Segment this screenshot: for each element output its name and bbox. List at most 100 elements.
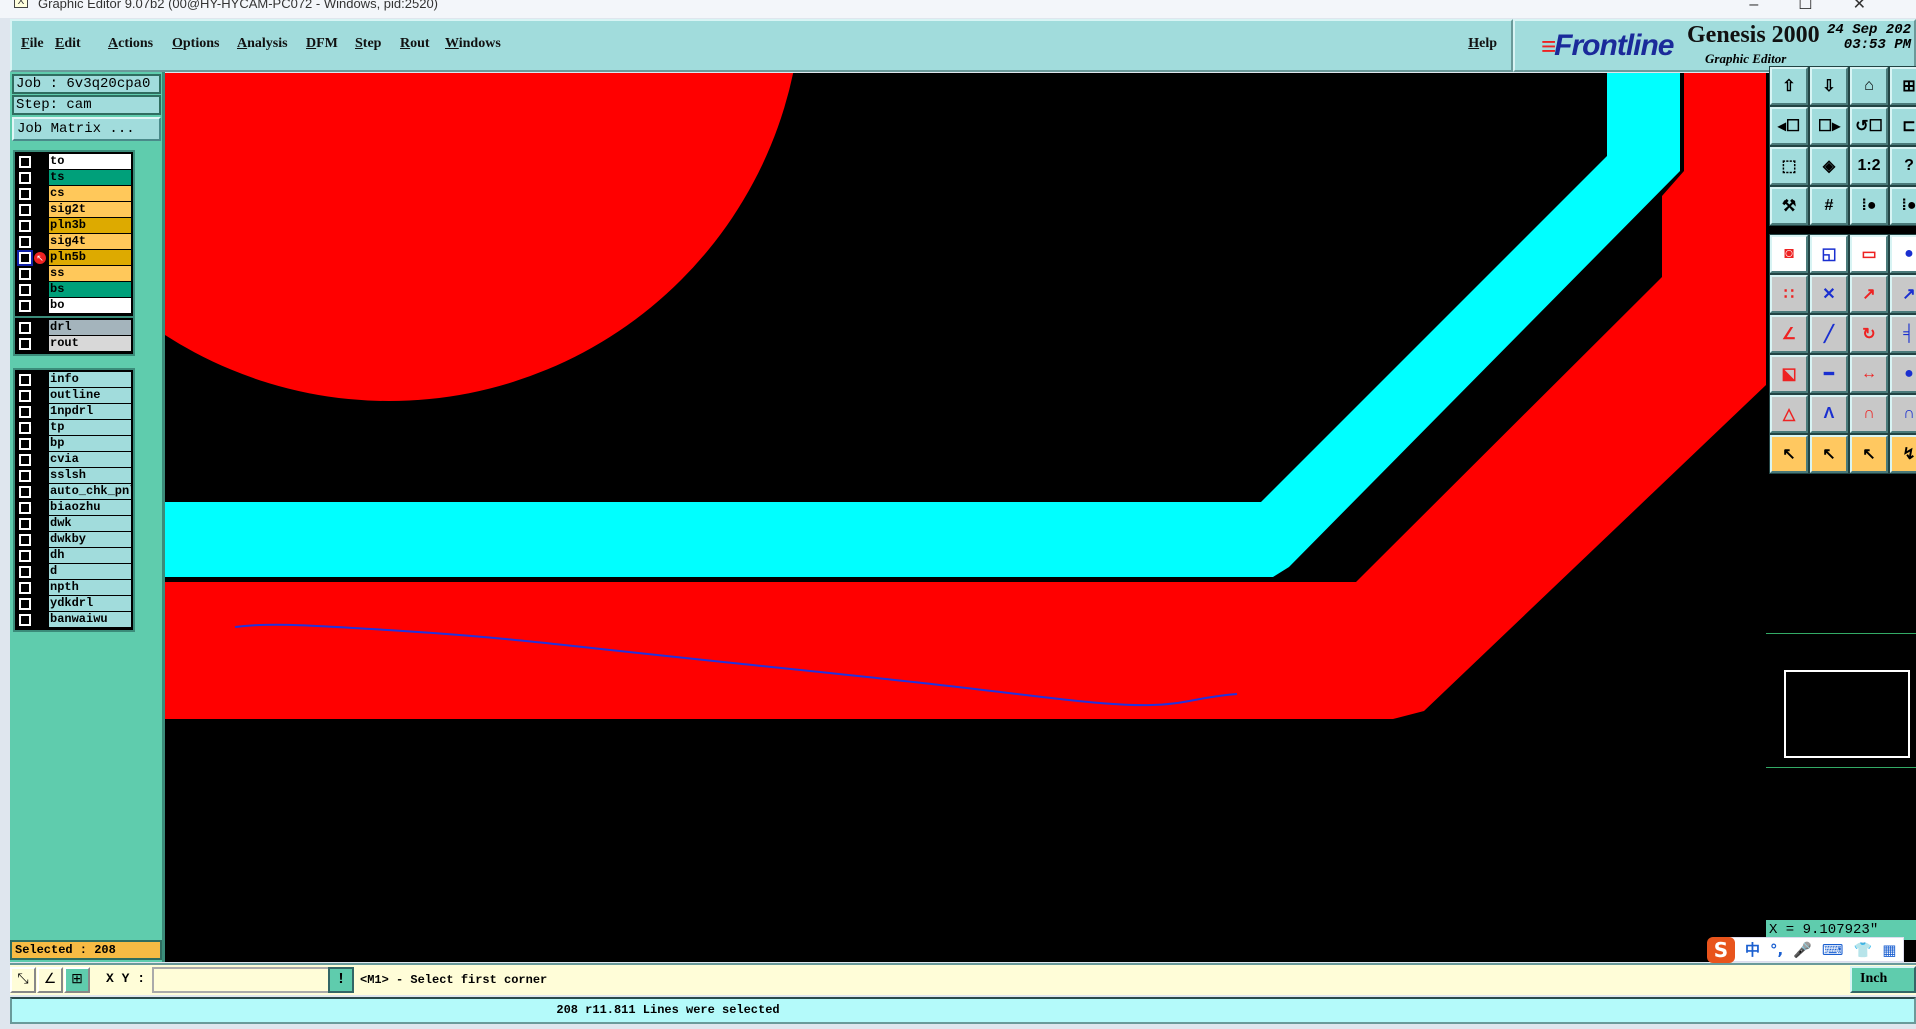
- layer-row[interactable]: 1npdrl: [15, 404, 133, 420]
- undo-view-button[interactable]: ↺☐: [1849, 106, 1889, 146]
- layer-row[interactable]: dh: [15, 548, 133, 564]
- ruler-button[interactable]: ▭: [1849, 234, 1889, 274]
- layer-checkbox[interactable]: [19, 188, 31, 200]
- layer-name[interactable]: dwk: [49, 516, 131, 531]
- layer-name[interactable]: cvia: [49, 452, 131, 467]
- layer-row[interactable]: bs: [15, 282, 133, 298]
- grid-button[interactable]: #: [1809, 186, 1849, 226]
- layer-name[interactable]: rout: [49, 336, 131, 351]
- layer-name[interactable]: 1npdrl: [49, 404, 131, 419]
- layer-row[interactable]: ydkdrl: [15, 596, 133, 612]
- dimension-button[interactable]: ↔: [1849, 354, 1889, 394]
- layer-name[interactable]: ts: [49, 170, 131, 185]
- maximize-button[interactable]: ☐: [1798, 0, 1852, 13]
- layer-checkbox[interactable]: [19, 614, 31, 626]
- layer-row[interactable]: tp: [15, 420, 133, 436]
- layer-checkbox[interactable]: [19, 338, 31, 350]
- layer-checkbox[interactable]: [19, 268, 31, 280]
- layer-checkbox[interactable]: [17, 250, 33, 266]
- menu-actions[interactable]: Actions: [108, 36, 153, 52]
- arrow-edit-button[interactable]: Λ: [1809, 394, 1849, 434]
- layer-name[interactable]: sig2t: [49, 202, 131, 217]
- pan-right-button[interactable]: ☐▸: [1809, 106, 1849, 146]
- layer-checkbox[interactable]: [19, 220, 31, 232]
- layer-row[interactable]: ts: [15, 170, 133, 186]
- layer-row[interactable]: cs: [15, 186, 133, 202]
- layer-checkbox[interactable]: [19, 534, 31, 546]
- triangle-edit-button[interactable]: △: [1769, 394, 1809, 434]
- layer-name[interactable]: to: [49, 154, 131, 169]
- layer-row[interactable]: dwkby: [15, 532, 133, 548]
- copy-pad-button[interactable]: ⬕: [1769, 354, 1809, 394]
- graphic-canvas[interactable]: [0, 0, 1766, 962]
- pointer-button[interactable]: ↖: [1769, 434, 1809, 474]
- layer-row[interactable]: bp: [15, 436, 133, 452]
- zoom-fit-button[interactable]: ⬚: [1769, 146, 1809, 186]
- punctuation-icon[interactable]: °,: [1770, 941, 1783, 959]
- layer-row[interactable]: outline: [15, 388, 133, 404]
- layer-name[interactable]: npth: [49, 580, 131, 595]
- layer-name[interactable]: sslsh: [49, 468, 131, 483]
- layer-row[interactable]: bo: [15, 298, 133, 314]
- layer-checkbox[interactable]: [19, 374, 31, 386]
- skin-icon[interactable]: 👕: [1854, 941, 1873, 959]
- zoom-ratio-button[interactable]: 1:2: [1849, 146, 1889, 186]
- layers-compare-2-button[interactable]: ⁞●: [1889, 186, 1916, 226]
- menu-file[interactable]: File: [21, 36, 44, 52]
- line-split-button[interactable]: ━: [1809, 354, 1849, 394]
- layer-checkbox[interactable]: [19, 582, 31, 594]
- layer-checkbox[interactable]: [19, 236, 31, 248]
- area-select-button[interactable]: ◱: [1809, 234, 1849, 274]
- layer-checkbox[interactable]: [19, 518, 31, 530]
- delete-node-button[interactable]: ✕: [1809, 274, 1849, 314]
- pad-button[interactable]: ●: [1889, 234, 1916, 274]
- tools-button[interactable]: ⚒: [1769, 186, 1809, 226]
- layer-row[interactable]: sig4t: [15, 234, 133, 250]
- job-matrix-button[interactable]: Job Matrix ...: [12, 117, 161, 141]
- close-button[interactable]: ✕: [1853, 0, 1906, 13]
- layer-checkbox[interactable]: [19, 566, 31, 578]
- menu-windows[interactable]: Windows: [445, 36, 501, 52]
- layer-row[interactable]: to: [15, 154, 133, 170]
- arc-edit-2-button[interactable]: ∩: [1889, 394, 1916, 434]
- layer-checkbox[interactable]: [19, 454, 31, 466]
- units-select[interactable]: Inch: [1850, 966, 1916, 993]
- menu-rout[interactable]: Rout: [400, 36, 430, 52]
- snap-button[interactable]: ⊏: [1889, 106, 1916, 146]
- layer-row[interactable]: sig2t: [15, 202, 133, 218]
- layer-row[interactable]: ↖ pln5b: [15, 250, 133, 266]
- layer-row[interactable]: cvia: [15, 452, 133, 468]
- layer-row[interactable]: biaozhu: [15, 500, 133, 516]
- mirror-button[interactable]: ╡: [1889, 314, 1916, 354]
- layer-row[interactable]: pln3b: [15, 218, 133, 234]
- sogou-logo-icon[interactable]: S: [1707, 936, 1735, 963]
- layer-row[interactable]: auto_chk_pnl: [15, 484, 133, 500]
- layer-name[interactable]: tp: [49, 420, 131, 435]
- layer-checkbox[interactable]: [19, 502, 31, 514]
- layer-checkbox[interactable]: [19, 550, 31, 562]
- menu-step[interactable]: Step: [355, 36, 381, 52]
- layer-row[interactable]: sslsh: [15, 468, 133, 484]
- layer-row[interactable]: d: [15, 564, 133, 580]
- layer-name[interactable]: bs: [49, 282, 131, 297]
- home-button[interactable]: ⌂: [1849, 66, 1889, 106]
- measure-button[interactable]: ⤡: [10, 967, 36, 993]
- layer-name[interactable]: sig4t: [49, 234, 131, 249]
- layer-checkbox[interactable]: [19, 172, 31, 184]
- move-point-button[interactable]: ↗: [1849, 274, 1889, 314]
- xy-input[interactable]: [152, 967, 332, 993]
- menu-analysis[interactable]: Analysis: [237, 36, 288, 52]
- layer-row[interactable]: dwk: [15, 516, 133, 532]
- layer-name[interactable]: bo: [49, 298, 131, 313]
- layer-row[interactable]: banwaiwu: [15, 612, 133, 628]
- arc-button[interactable]: ↻: [1849, 314, 1889, 354]
- minimize-button[interactable]: –: [1749, 0, 1798, 13]
- layers-compare-button[interactable]: ⁞●: [1849, 186, 1889, 226]
- chinese-mode-icon[interactable]: 中: [1745, 939, 1760, 960]
- connect-button[interactable]: ∷: [1769, 274, 1809, 314]
- layer-name[interactable]: d: [49, 564, 131, 579]
- page-down-button[interactable]: ⇩: [1809, 66, 1849, 106]
- keyboard-icon[interactable]: ⌨: [1822, 941, 1844, 959]
- overview-map[interactable]: [1784, 670, 1910, 758]
- layer-checkbox[interactable]: [19, 300, 31, 312]
